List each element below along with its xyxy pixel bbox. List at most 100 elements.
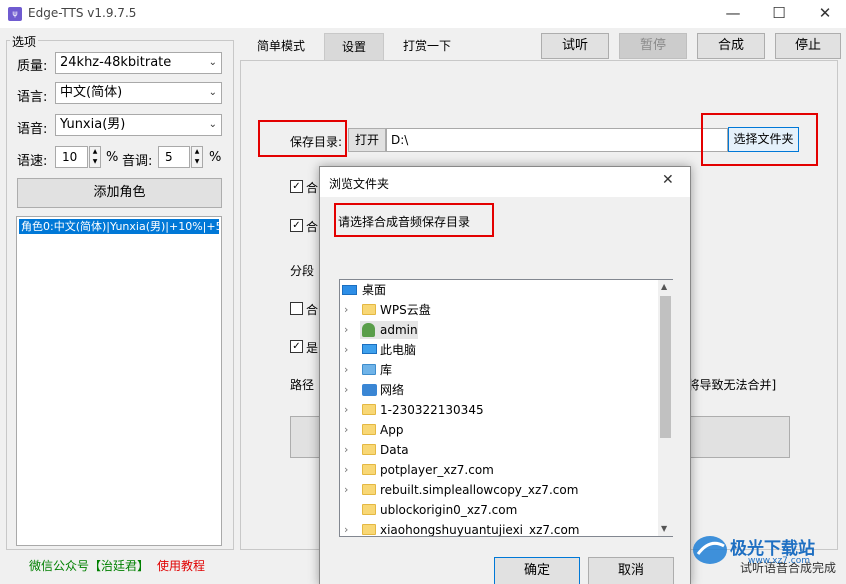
tutorial-link[interactable]: 使用教程 [157,557,205,574]
synthesize-button[interactable]: 合成 [697,33,765,59]
tree-item-label: 库 [380,363,393,377]
path-note-label: 路径 [290,378,315,392]
tab-simple-mode[interactable]: 简单模式 [248,33,314,60]
chevron-right-icon[interactable]: › [344,300,348,320]
folder-icon [362,444,376,455]
speed-stepper[interactable]: ▲ ▼ [89,146,101,168]
tree-row-this-pc[interactable]: › 此电脑 [340,340,658,360]
tab-donate[interactable]: 打赏一下 [394,33,460,60]
voice-value: Yunxia(男) [60,117,126,132]
merge-label-2: 合 [306,220,319,234]
tree-row-admin[interactable]: › admin [340,320,658,340]
ok-button[interactable]: 确定 [494,557,580,584]
speed-input[interactable]: 10 [55,146,88,168]
wechat-link[interactable]: 微信公众号【治廷君】 [29,557,149,574]
tree-row-folder[interactable]: › xiaohongshuyuantujiexi_xz7.com [340,520,658,536]
quality-label: 质量: [17,59,48,74]
tree-row-network[interactable]: › 网络 [340,380,658,400]
segment-label: 分段 [290,264,315,278]
option-checkbox-3[interactable] [290,302,303,315]
folder-icon [362,464,376,475]
tree-row-folder[interactable]: › Data [340,440,658,460]
folder-icon [362,484,376,495]
computer-icon [362,344,377,354]
cancel-button[interactable]: 取消 [588,557,674,584]
tree-row-folder[interactable]: › App [340,420,658,440]
folder-icon [362,404,376,415]
user-icon [362,323,375,337]
tree-scrollbar[interactable]: ▲ ▼ [658,280,673,536]
watermark-logo: 极光下载站 www.xz7.com [690,530,840,570]
chevron-right-icon[interactable]: › [344,380,348,400]
chevron-right-icon[interactable]: › [344,360,348,380]
chevron-right-icon[interactable]: › [344,440,348,460]
save-path-input[interactable]: D:\ [386,128,728,152]
pitch-input[interactable]: 5 [158,146,190,168]
tree-row-wps[interactable]: › WPS云盘 [340,300,658,320]
tree-item-label: ublockorigin0_xz7.com [380,503,518,517]
chevron-right-icon[interactable]: › [344,460,348,480]
tab-settings[interactable]: 设置 [324,33,384,60]
tree-row-folder[interactable]: ublockorigin0_xz7.com [340,500,658,520]
voice-select[interactable]: Yunxia(男) ⌄ [55,114,222,136]
chevron-right-icon[interactable]: › [344,420,348,440]
chevron-right-icon[interactable]: › [344,340,348,360]
list-item[interactable]: 角色0:中文(简体)|Yunxia(男)|+10%|+5% [19,219,219,234]
voice-label: 语音: [17,122,48,137]
desktop-icon [342,285,357,295]
chevron-down-icon: ⌄ [208,87,217,98]
network-icon [362,384,377,396]
tree-row-folder[interactable]: › potplayer_xz7.com [340,460,658,480]
preview-button[interactable]: 试听 [541,33,609,59]
choose-folder-button[interactable]: 选择文件夹 [728,127,799,152]
pitch-label: 音调: [122,154,153,169]
quality-select[interactable]: 24khz-48kbitrate ⌄ [55,52,222,74]
chevron-down-icon: ⌄ [208,119,217,130]
options-group-label: 选项 [10,33,39,50]
window-title: Edge-TTS v1.9.7.5 [28,6,137,20]
tree-item-label: 网络 [380,383,405,397]
path-note-tail: ],将导致无法合并] [679,378,777,392]
tree-item-label: rebuilt.simpleallowcopy_xz7.com [380,483,579,497]
option-checkbox-4[interactable]: ✓ [290,340,303,353]
minimize-icon[interactable]: — [710,0,756,28]
language-label: 语言: [17,90,48,105]
tree-row-folder[interactable]: › 1-230322130345 [340,400,658,420]
close-icon[interactable]: ✕ [802,0,846,28]
stop-button[interactable]: 停止 [775,33,841,59]
chevron-right-icon[interactable]: › [344,520,348,536]
title-bar: ψ Edge-TTS v1.9.7.5 — ☐ ✕ [0,0,846,28]
speed-label: 语速: [17,154,48,169]
speed-percent: % [106,150,119,165]
folder-icon [362,424,376,435]
tree-row-library[interactable]: › 库 [340,360,658,380]
quality-value: 24khz-48kbitrate [60,55,172,70]
tree-row-folder[interactable]: › rebuilt.simpleallowcopy_xz7.com [340,480,658,500]
close-icon[interactable]: ✕ [662,172,674,188]
merge-checkbox-1[interactable]: ✓ [290,180,303,193]
merge-checkbox-2[interactable]: ✓ [290,219,303,232]
chevron-down-icon: ⌄ [208,57,217,68]
folder-tree[interactable]: 桌面 › WPS云盘 › admin › 此电脑 › 库 › 网络 › 1-23… [339,279,673,537]
tree-item-label: App [380,423,404,437]
maximize-icon[interactable]: ☐ [756,0,802,28]
scroll-thumb[interactable] [660,296,671,438]
pitch-stepper[interactable]: ▲ ▼ [191,146,203,168]
chevron-right-icon[interactable]: › [344,480,348,500]
role-list[interactable]: 角色0:中文(简体)|Yunxia(男)|+10%|+5% [16,216,222,546]
chevron-right-icon[interactable]: › [344,320,348,340]
open-button[interactable]: 打开 [348,128,386,152]
scroll-down-icon[interactable]: ▼ [661,524,667,533]
scroll-up-icon[interactable]: ▲ [661,282,667,291]
chevron-right-icon[interactable]: › [344,400,348,420]
pitch-percent: % [209,150,222,165]
language-select[interactable]: 中文(简体) ⌄ [55,82,222,104]
tree-item-label: admin [380,323,418,337]
tree-row-desktop[interactable]: 桌面 [340,280,658,300]
add-role-button[interactable]: 添加角色 [17,178,222,208]
pause-button[interactable]: 暂停 [619,33,687,59]
tree-item-label: potplayer_xz7.com [380,463,494,477]
tree-item-label: xiaohongshuyuantujiexi_xz7.com [380,523,580,536]
dialog-prompt: 请选择合成音频保存目录 [338,215,471,229]
library-icon [362,364,376,375]
